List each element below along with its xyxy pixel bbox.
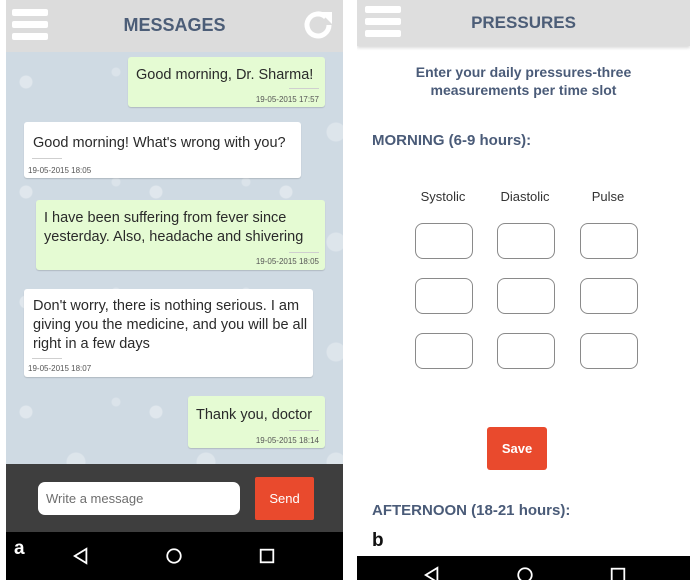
- diastolic-input[interactable]: [497, 333, 555, 369]
- column-header-diastolic: Diastolic: [500, 189, 550, 204]
- column-header-systolic: Systolic: [420, 189, 466, 204]
- message-text: I have been suffering from fever since y…: [44, 210, 304, 245]
- systolic-input[interactable]: [415, 223, 473, 259]
- refresh-icon[interactable]: [301, 8, 335, 42]
- android-navbar: a: [6, 532, 343, 580]
- systolic-input[interactable]: [415, 278, 473, 314]
- message-time: 19-05-2015 17:57: [255, 95, 319, 104]
- message-time: 19-05-2015 18:05: [255, 257, 319, 266]
- diastolic-input[interactable]: [497, 223, 555, 259]
- back-icon[interactable]: [72, 547, 90, 565]
- panel-label: b: [372, 530, 384, 551]
- diastolic-input[interactable]: [497, 278, 555, 314]
- panel-label: a: [14, 538, 25, 559]
- home-icon[interactable]: [516, 566, 534, 580]
- recent-apps-icon[interactable]: [609, 566, 627, 580]
- message-text: Good morning! What's wrong with you?: [33, 135, 286, 151]
- message-time: 19-05-2015 18:05: [28, 166, 92, 175]
- home-icon[interactable]: [165, 547, 183, 565]
- systolic-input[interactable]: [415, 333, 473, 369]
- message-text: Don't worry, there is nothing serious. I…: [33, 298, 308, 352]
- send-button[interactable]: Send: [255, 477, 314, 520]
- chat-area[interactable]: Good morning, Dr. Sharma! 19-05-2015 17:…: [6, 52, 343, 464]
- instructions-text: Enter your daily pressures-three measure…: [415, 64, 632, 98]
- messages-screen: MESSAGES Good morning, Dr. Sharma! 19-05…: [6, 0, 343, 580]
- pulse-input[interactable]: [580, 223, 638, 259]
- message-bubble-outgoing: Thank you, doctor 19-05-2015 18:14: [188, 396, 325, 448]
- pressures-header: PRESSURES: [357, 0, 690, 46]
- back-icon[interactable]: [423, 566, 441, 580]
- message-composer: Send: [6, 464, 343, 532]
- pulse-input[interactable]: [580, 278, 638, 314]
- pulse-input[interactable]: [580, 333, 638, 369]
- section-title-morning: MORNING (6-9 hours):: [372, 132, 532, 149]
- message-bubble-incoming: Good morning! What's wrong with you? 19-…: [24, 122, 301, 178]
- page-title: MESSAGES: [123, 15, 226, 35]
- save-button[interactable]: Save: [487, 427, 547, 470]
- section-title-afternoon: AFTERNOON (18-21 hours):: [372, 502, 571, 519]
- message-text: Good morning, Dr. Sharma!: [136, 67, 314, 83]
- message-input[interactable]: [38, 482, 240, 515]
- message-bubble-outgoing: I have been suffering from fever since y…: [36, 200, 325, 270]
- android-navbar: [357, 556, 690, 580]
- message-bubble-incoming: Don't worry, there is nothing serious. I…: [24, 289, 313, 377]
- message-time: 19-05-2015 18:14: [255, 436, 319, 445]
- message-bubble-outgoing: Good morning, Dr. Sharma! 19-05-2015 17:…: [128, 57, 325, 107]
- recent-apps-icon[interactable]: [258, 547, 276, 565]
- messages-header: MESSAGES: [6, 0, 343, 52]
- column-header-pulse: Pulse: [591, 189, 625, 204]
- message-time: 19-05-2015 18:07: [28, 364, 92, 373]
- pressures-screen: PRESSURES Enter your daily pressures-thr…: [357, 0, 690, 580]
- message-text: Thank you, doctor: [196, 407, 313, 423]
- page-title: PRESSURES: [471, 13, 576, 32]
